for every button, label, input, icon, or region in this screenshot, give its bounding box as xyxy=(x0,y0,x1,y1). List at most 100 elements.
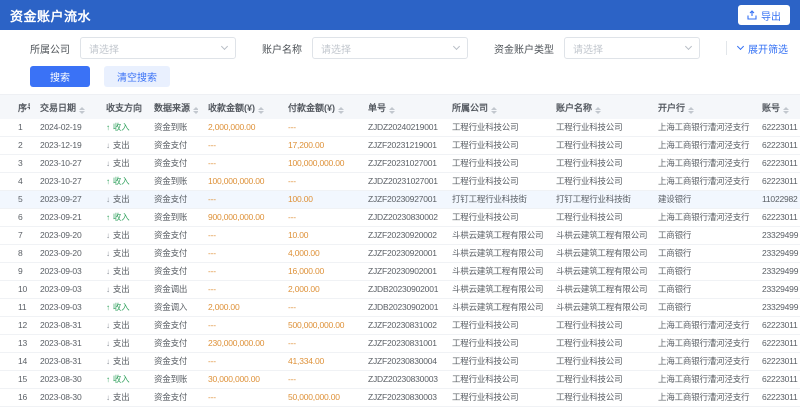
cell-receipt-amount: --- xyxy=(198,137,278,155)
cell-index: 13 xyxy=(0,335,30,353)
cell-order-no: ZJDZ20231027001 xyxy=(358,173,442,191)
sort-icon[interactable] xyxy=(193,107,198,114)
direction-label: 收入 xyxy=(113,302,130,312)
cell-account-no: 62223011 xyxy=(752,173,800,191)
sort-icon[interactable] xyxy=(79,107,85,114)
sort-desc-icon xyxy=(193,111,198,114)
cell-source: 资金到账 xyxy=(144,173,198,191)
sort-icon[interactable] xyxy=(783,107,789,114)
sort-asc-icon xyxy=(783,107,789,110)
cell-company: 工程行业科技公司 xyxy=(442,209,546,227)
cell-receipt-amount: 900,000,000.00 xyxy=(198,209,278,227)
page-title: 资金账户流水 xyxy=(10,6,91,25)
cell-payment-amount: 2,000.00 xyxy=(278,281,358,299)
table-body: 12024-02-19↑收入资金到账2,000,000.00---ZJDZ202… xyxy=(0,119,800,409)
cell-account-name: 工程行业科技公司 xyxy=(546,317,648,335)
cell-date: 2023-09-20 xyxy=(30,245,96,263)
column-header[interactable]: 开户行 xyxy=(648,95,752,119)
search-button[interactable]: 搜索 xyxy=(30,66,90,87)
cell-source: 资金支付 xyxy=(144,353,198,371)
cell-order-no: ZJZF20230927001 xyxy=(358,191,442,209)
cell-direction: ↓支出 xyxy=(96,335,144,353)
column-header[interactable]: 收款金额(¥) xyxy=(198,95,278,119)
arrow-up-icon: ↑ xyxy=(106,213,110,222)
cell-bank: 工商银行 xyxy=(648,227,752,245)
cell-index: 15 xyxy=(0,371,30,389)
sort-icon[interactable] xyxy=(389,107,395,114)
filter-field-1: 所属公司请选择 xyxy=(30,37,236,59)
table-row: 72023-09-20↓支出资金支付---10.00ZJZF2023092000… xyxy=(0,227,800,245)
cell-company: 工程行业科技公司 xyxy=(442,155,546,173)
column-header[interactable]: 交易日期 xyxy=(30,95,96,119)
direction-label: 收入 xyxy=(113,122,130,132)
cell-date: 2023-09-03 xyxy=(30,263,96,281)
direction-label: 支出 xyxy=(113,194,130,204)
expand-filters-button[interactable]: 展开筛选 xyxy=(726,41,788,56)
cell-direction: ↑收入 xyxy=(96,119,144,137)
column-header[interactable]: 账号 xyxy=(752,95,800,119)
filter-select-3[interactable]: 请选择 xyxy=(564,37,700,59)
arrow-down-icon: ↓ xyxy=(106,195,110,204)
arrow-down-icon: ↓ xyxy=(106,285,110,294)
cell-date: 2023-08-31 xyxy=(30,335,96,353)
cell-payment-amount: --- xyxy=(278,371,358,389)
cell-order-no: ZJZF20230831002 xyxy=(358,317,442,335)
sort-icon[interactable] xyxy=(595,107,601,114)
column-header[interactable]: 单号 xyxy=(358,95,442,119)
cell-company: 斗栱云建筑工程有限公司 xyxy=(442,281,546,299)
cell-date: 2023-10-27 xyxy=(30,173,96,191)
cell-order-no: ZJDB20230902001 xyxy=(358,281,442,299)
cell-direction: ↓支出 xyxy=(96,281,144,299)
direction-label: 支出 xyxy=(113,392,130,402)
filter-select-1[interactable]: 请选择 xyxy=(80,37,236,59)
cell-receipt-amount: --- xyxy=(198,281,278,299)
cell-date: 2023-10-27 xyxy=(30,155,96,173)
cell-payment-amount: 41,334.00 xyxy=(278,353,358,371)
cell-bank: 工商银行 xyxy=(648,281,752,299)
sort-asc-icon xyxy=(491,107,497,110)
cell-order-no: ZJZF20230902001 xyxy=(358,263,442,281)
cell-receipt-amount: --- xyxy=(198,227,278,245)
table-row: 92023-09-03↓支出资金支付---16,000.00ZJZF202309… xyxy=(0,263,800,281)
sort-icon[interactable] xyxy=(338,107,344,114)
cell-index: 5 xyxy=(0,191,30,209)
cell-account-no: 23329499 xyxy=(752,227,800,245)
column-header-label: 收支方向 xyxy=(106,103,142,113)
column-header[interactable]: 数据来源 xyxy=(144,95,198,119)
cell-date: 2023-12-19 xyxy=(30,137,96,155)
cell-bank: 工商银行 xyxy=(648,245,752,263)
cell-bank: 上海工商银行漕河泾支行 xyxy=(648,335,752,353)
cell-account-no: 62223011 xyxy=(752,335,800,353)
cell-order-no: ZJDZ20240219001 xyxy=(358,119,442,137)
column-header[interactable]: 收支方向 xyxy=(96,95,144,119)
filter-label: 资金账户类型 xyxy=(494,41,554,56)
export-button[interactable]: 导出 xyxy=(738,5,790,25)
cell-bank: 上海工商银行漕河泾支行 xyxy=(648,209,752,227)
cell-index: 12 xyxy=(0,317,30,335)
cell-bank: 上海工商银行漕河泾支行 xyxy=(648,371,752,389)
clear-search-button[interactable]: 清空搜索 xyxy=(104,66,170,87)
sort-icon[interactable] xyxy=(258,107,264,114)
cell-direction: ↑收入 xyxy=(96,299,144,317)
direction-label: 支出 xyxy=(113,140,130,150)
column-header-label: 付款金额(¥) xyxy=(288,103,335,113)
cell-direction: ↑收入 xyxy=(96,209,144,227)
arrow-down-icon: ↓ xyxy=(106,267,110,276)
cell-index: 10 xyxy=(0,281,30,299)
cell-order-no: ZJZF20230830004 xyxy=(358,353,442,371)
cell-date: 2023-09-03 xyxy=(30,281,96,299)
filter-select-2[interactable]: 请选择 xyxy=(312,37,468,59)
column-header[interactable]: 所属公司 xyxy=(442,95,546,119)
cell-payment-amount: 100,000,000.00 xyxy=(278,155,358,173)
chevron-down-icon xyxy=(737,43,744,50)
arrow-down-icon: ↓ xyxy=(106,249,110,258)
filter-label: 所属公司 xyxy=(30,41,70,56)
column-header[interactable]: 账户名称 xyxy=(546,95,648,119)
cell-source: 资金支付 xyxy=(144,389,198,407)
cell-direction: ↓支出 xyxy=(96,317,144,335)
sort-icon[interactable] xyxy=(491,107,497,114)
cell-direction: ↓支出 xyxy=(96,263,144,281)
column-header[interactable]: 付款金额(¥) xyxy=(278,95,358,119)
sort-icon[interactable] xyxy=(688,107,694,114)
arrow-down-icon: ↓ xyxy=(106,339,110,348)
